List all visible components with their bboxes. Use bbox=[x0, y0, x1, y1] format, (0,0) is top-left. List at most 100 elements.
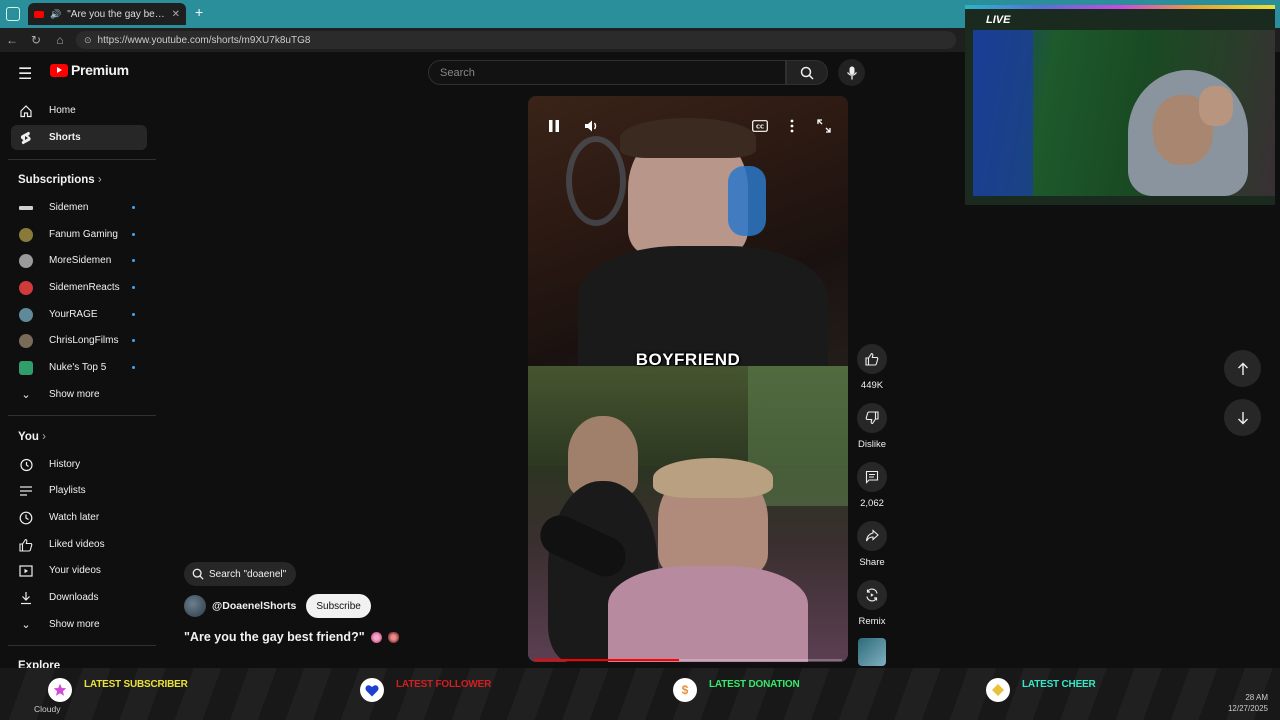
taskbar-clock[interactable]: 28 AM 12/27/2025 bbox=[1224, 692, 1268, 714]
tab-actions-icon[interactable] bbox=[6, 7, 20, 21]
progress-bar[interactable] bbox=[534, 659, 842, 661]
home-browser-icon[interactable]: ⌂ bbox=[48, 33, 72, 47]
sidebar-item-sidemen[interactable]: Sidemen bbox=[11, 195, 147, 220]
sidebar-item-playlists[interactable]: Playlists bbox=[11, 478, 147, 503]
fullscreen-button[interactable] bbox=[812, 114, 836, 138]
like-button[interactable] bbox=[857, 344, 887, 374]
search-suggestion-chip[interactable]: Search "doaenel" bbox=[184, 562, 297, 586]
youtube-premium-logo[interactable]: Premium bbox=[50, 62, 129, 78]
sidebar-item-downloads[interactable]: Downloads bbox=[11, 585, 147, 610]
stream-alert-bar: LATEST SUBSCRIBER LATEST FOLLOWER $ LATE… bbox=[0, 668, 1280, 720]
show-more-you[interactable]: ⌄ Show more bbox=[11, 612, 147, 637]
dollar-icon: $ bbox=[673, 678, 697, 702]
like-action[interactable]: 449K bbox=[852, 344, 892, 391]
next-short-button[interactable] bbox=[1224, 399, 1261, 436]
alert-label: LATEST FOLLOWER bbox=[396, 678, 492, 690]
shorts-icon bbox=[19, 131, 33, 145]
clock-icon bbox=[19, 511, 33, 525]
share-action[interactable]: Share bbox=[852, 521, 892, 568]
comments-action[interactable]: 2,062 bbox=[852, 462, 892, 509]
site-info-icon[interactable]: ⊙ bbox=[84, 35, 92, 46]
new-content-dot bbox=[132, 286, 135, 289]
url-field[interactable]: ⊙ https://www.youtube.com/shorts/m9XU7k8… bbox=[76, 31, 956, 49]
video-title[interactable]: "Are you the gay best friend?" bbox=[184, 630, 399, 644]
expand-icon bbox=[817, 119, 831, 133]
donut-emoji-icon bbox=[370, 631, 382, 643]
back-icon[interactable]: ← bbox=[0, 33, 24, 47]
search-icon bbox=[192, 568, 204, 580]
weather-text[interactable]: Cloudy bbox=[34, 704, 60, 714]
latest-subscriber-alert: LATEST SUBSCRIBER bbox=[48, 678, 188, 702]
comments-button[interactable] bbox=[857, 462, 887, 492]
rose-emoji-icon bbox=[387, 631, 399, 643]
sidebar-item-yourrage[interactable]: YourRAGE bbox=[11, 302, 147, 327]
sidebar-item-shorts[interactable]: Shorts bbox=[11, 125, 147, 150]
captions-button[interactable]: CC bbox=[748, 114, 772, 138]
ring-light-shape bbox=[566, 136, 626, 226]
sidebar-item-label: MoreSidemen bbox=[49, 255, 112, 266]
blue-light-shape bbox=[973, 30, 1033, 196]
subscriptions-header[interactable]: Subscriptions › bbox=[18, 174, 102, 186]
browser-tab[interactable]: 🔊 "Are you the gay best friend?" ✕ bbox=[28, 3, 186, 25]
search-input[interactable]: Search bbox=[428, 60, 786, 85]
chevron-right-icon: › bbox=[97, 174, 102, 186]
channel-avatar[interactable] bbox=[184, 595, 206, 617]
sidebar-item-label: Playlists bbox=[49, 485, 86, 496]
webcam-accent-bar bbox=[965, 5, 1275, 9]
show-more-subscriptions[interactable]: ⌄ Show more bbox=[11, 382, 147, 407]
comment-icon bbox=[865, 470, 879, 484]
previous-short-button[interactable] bbox=[1224, 350, 1261, 387]
new-tab-button[interactable]: + bbox=[195, 4, 203, 20]
sidebar-item-chrislongfilms[interactable]: ChrisLongFilms bbox=[11, 328, 147, 353]
history-icon bbox=[19, 458, 33, 472]
subscribe-button[interactable]: Subscribe bbox=[306, 594, 371, 618]
latest-cheer-alert: LATEST CHEER bbox=[986, 678, 1096, 702]
sidebar-item-sidemenreacts[interactable]: SidemenReacts bbox=[11, 275, 147, 300]
share-button[interactable] bbox=[857, 521, 887, 551]
more-options-button[interactable] bbox=[780, 114, 804, 138]
sidebar-item-your-videos[interactable]: Your videos bbox=[11, 558, 147, 583]
close-tab-icon[interactable]: ✕ bbox=[172, 9, 180, 20]
share-icon bbox=[865, 529, 879, 542]
pause-button[interactable] bbox=[542, 114, 566, 138]
channel-avatar bbox=[19, 227, 33, 242]
comment-count: 2,062 bbox=[860, 498, 884, 509]
sidebar-item-label: Fanum Gaming bbox=[49, 229, 118, 240]
youtube-favicon-icon bbox=[34, 10, 44, 18]
speaker-icon[interactable]: 🔊 bbox=[50, 9, 61, 20]
sidebar-item-liked-videos[interactable]: Liked videos bbox=[11, 532, 147, 557]
sidebar-item-watch-later[interactable]: Watch later bbox=[11, 505, 147, 530]
dislike-button[interactable] bbox=[857, 403, 887, 433]
remix-button[interactable] bbox=[857, 580, 887, 610]
remix-action[interactable]: Remix bbox=[852, 580, 892, 627]
dislike-action[interactable]: Dislike bbox=[852, 403, 892, 450]
reload-icon[interactable]: ↻ bbox=[24, 33, 48, 47]
you-header[interactable]: You › bbox=[18, 431, 46, 443]
voice-search-button[interactable] bbox=[838, 59, 865, 86]
shorts-video-player[interactable]: BOYFRIEND CC bbox=[528, 96, 848, 662]
volume-button[interactable] bbox=[580, 114, 604, 138]
sound-thumbnail[interactable] bbox=[858, 638, 886, 666]
channel-name[interactable]: @DoaenelShorts bbox=[212, 600, 296, 612]
search-chip-label: Search "doaenel" bbox=[209, 568, 287, 580]
sidebar-item-label: Watch later bbox=[49, 512, 100, 523]
channel-avatar bbox=[19, 253, 33, 268]
sidebar-divider bbox=[8, 159, 156, 160]
sidebar-item-home[interactable]: Home bbox=[11, 98, 147, 123]
closed-captions-icon: CC bbox=[752, 120, 768, 132]
sidebar-item-fanum-gaming[interactable]: Fanum Gaming bbox=[11, 222, 147, 247]
webcam-feed bbox=[973, 30, 1275, 196]
home-icon bbox=[19, 104, 33, 118]
new-content-dot bbox=[132, 339, 135, 342]
sidebar-divider bbox=[8, 415, 156, 416]
search-button[interactable] bbox=[786, 60, 828, 85]
sidebar-item-history[interactable]: History bbox=[11, 452, 147, 477]
dislike-label: Dislike bbox=[858, 439, 886, 450]
sidebar-item-nukes-top-5[interactable]: Nuke's Top 5 bbox=[11, 355, 147, 380]
sidebar-item-label: Show more bbox=[49, 619, 100, 630]
search-icon bbox=[800, 66, 814, 80]
channel-avatar bbox=[19, 280, 33, 295]
arrow-down-icon bbox=[1237, 411, 1248, 424]
menu-icon[interactable]: ☰ bbox=[18, 64, 34, 84]
sidebar-item-moresidemen[interactable]: MoreSidemen bbox=[11, 248, 147, 273]
